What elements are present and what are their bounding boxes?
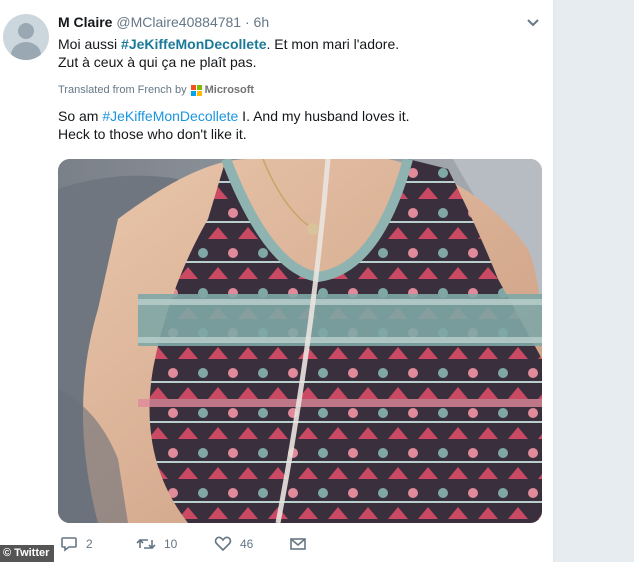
photo-illustration (58, 159, 542, 523)
hashtag-link[interactable]: #JeKiffeMonDecollete (121, 36, 266, 52)
translation-hashtag-link[interactable]: #JeKiffeMonDecollete (102, 108, 238, 124)
reply-button[interactable]: 2 (60, 536, 93, 552)
tweet-card: M Claire @MClaire40884781 · 6h Moi aussi… (0, 0, 554, 562)
translation-suffix: I. And my husband loves it. (238, 108, 410, 124)
like-button[interactable]: 46 (214, 536, 253, 552)
chevron-down-icon[interactable] (525, 17, 541, 29)
translated-from-label: Translated from French by (58, 84, 187, 96)
microsoft-logo-icon (190, 84, 202, 96)
direct-message-button[interactable] (289, 536, 315, 552)
tweet-text-prefix: Moi aussi (58, 36, 122, 52)
translation-prefix: So am (58, 108, 103, 124)
like-count: 46 (240, 537, 254, 551)
reply-icon (61, 537, 77, 552)
translation-line-2: Heck to those who don't like it. (58, 126, 247, 142)
tweet-photo[interactable] (58, 159, 542, 523)
envelope-icon (290, 538, 306, 550)
heart-icon (214, 536, 232, 552)
tweet-timestamp[interactable]: 6h (254, 14, 270, 30)
tweet-text-suffix: . Et mon mari l'adore. (266, 36, 400, 52)
tweet-text-line-1: Moi aussi #JeKiffeMonDecollete. Et mon m… (58, 36, 399, 52)
tweet-header: M Claire @MClaire40884781 · 6h (58, 14, 269, 30)
translation-line-1: So am #JeKiffeMonDecollete I. And my hus… (58, 108, 410, 124)
display-name[interactable]: M Claire (58, 14, 112, 30)
default-avatar-icon[interactable] (3, 14, 49, 60)
retweet-button[interactable]: 10 (136, 536, 177, 552)
translation-attribution: Translated from French by Microsoft (58, 84, 254, 96)
tweet-text-line-2: Zut à ceux à qui ça ne plaît pas. (58, 54, 257, 70)
reply-count: 2 (86, 537, 93, 551)
translator-name[interactable]: Microsoft (205, 84, 255, 96)
retweet-count: 10 (164, 537, 178, 551)
image-credit: © Twitter (0, 545, 55, 562)
retweet-icon (136, 538, 156, 550)
separator-dot: · (244, 14, 250, 30)
user-handle[interactable]: @MClaire40884781 (116, 14, 241, 30)
